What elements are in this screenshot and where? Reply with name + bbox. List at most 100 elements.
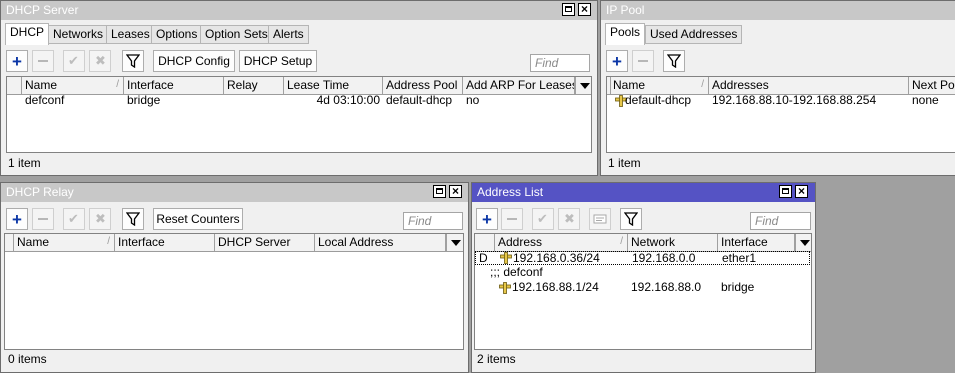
column-header-local-address[interactable]: Local Address <box>315 234 446 251</box>
comment-icon <box>593 214 607 224</box>
column-header-network[interactable]: Network <box>628 234 718 251</box>
tab-dhcp[interactable]: DHCP <box>5 23 50 45</box>
column-header-interface[interactable]: Interface <box>124 77 224 94</box>
maximize-button[interactable] <box>779 185 792 198</box>
tab-used-addresses[interactable]: Used Addresses <box>645 25 743 44</box>
dhcp-server-titlebar[interactable]: DHCP Server <box>1 1 597 20</box>
column-header-address[interactable]: Address / <box>495 234 628 251</box>
cell-flag: D <box>479 252 488 265</box>
table-row[interactable]: 192.168.88.1/24 192.168.88.0 bridge <box>475 281 811 295</box>
disable-button[interactable]: ✖ <box>558 208 580 230</box>
chevron-down-icon <box>580 83 590 89</box>
disable-button[interactable]: ✖ <box>89 50 111 72</box>
add-button[interactable]: + <box>606 50 628 72</box>
cell-name: defconf <box>25 94 65 107</box>
status-bar: 2 items <box>477 352 516 366</box>
minus-icon <box>38 218 48 220</box>
x-icon: ✖ <box>95 53 106 68</box>
remove-button[interactable] <box>32 208 54 230</box>
cell-add-arp: no <box>466 94 480 107</box>
column-header-lease-time[interactable]: Lease Time <box>284 77 383 94</box>
remove-button[interactable] <box>501 208 523 230</box>
enable-button[interactable]: ✔ <box>532 208 554 230</box>
table-row[interactable]: default-dhcp 192.168.88.10-192.168.88.25… <box>607 94 955 108</box>
add-button[interactable]: + <box>476 208 498 230</box>
tab-option-sets[interactable]: Option Sets <box>200 25 273 44</box>
dhcp-relay-titlebar[interactable]: DHCP Relay <box>1 183 468 202</box>
enable-button[interactable]: ✔ <box>63 208 85 230</box>
remove-button[interactable] <box>32 50 54 72</box>
column-header-interface[interactable]: Interface <box>718 234 795 251</box>
tab-pools[interactable]: Pools <box>605 23 646 45</box>
plus-icon: + <box>12 210 22 229</box>
column-header-address-pool[interactable]: Address Pool <box>383 77 463 94</box>
column-header-name[interactable]: Name / <box>22 77 124 94</box>
reset-counters-button[interactable]: Reset Counters <box>153 208 243 230</box>
filter-icon <box>126 54 140 68</box>
table-header: Address / Network Interface <box>475 234 811 252</box>
filter-button[interactable] <box>620 208 642 230</box>
comment-row[interactable]: ;;; defconf <box>475 266 811 280</box>
cell-relay <box>224 94 284 108</box>
close-button[interactable]: × <box>449 184 462 198</box>
address-list-table: Address / Network Interface D 192.168.0.3… <box>474 233 812 350</box>
ip-pool-titlebar[interactable]: IP Pool <box>601 1 955 20</box>
table-row[interactable]: defconf bridge 4d 03:10:00 default-dhcp … <box>7 94 591 108</box>
columns-dropdown[interactable] <box>795 234 811 251</box>
column-header-name[interactable]: Name / <box>14 234 115 251</box>
column-header-interface[interactable]: Interface <box>115 234 215 251</box>
find-field[interactable] <box>750 212 811 230</box>
tab-options[interactable]: Options <box>151 25 203 44</box>
cell-network: 192.168.0.0 <box>632 252 696 265</box>
column-header-relay[interactable]: Relay <box>224 77 284 94</box>
dhcp-config-button[interactable]: DHCP Config <box>153 50 235 72</box>
find-field[interactable] <box>403 212 463 230</box>
remove-button[interactable] <box>632 50 654 72</box>
add-button[interactable]: + <box>6 50 28 72</box>
comment-button[interactable] <box>589 208 611 230</box>
filter-button[interactable] <box>122 50 144 72</box>
cell-comment: ;;; defconf <box>490 266 543 279</box>
dhcp-relay-window: DHCP Relay × + ✔ ✖ Reset Counters Name/ … <box>0 182 469 373</box>
column-header-add-arp[interactable]: Add ARP For Leases <box>463 77 575 94</box>
add-button[interactable]: + <box>6 208 28 230</box>
column-header-addresses[interactable]: Addresses <box>709 77 909 94</box>
columns-dropdown[interactable] <box>446 234 463 251</box>
find-field[interactable] <box>530 54 590 72</box>
address-list-titlebar[interactable]: Address List <box>472 183 815 202</box>
cell-interface: ether1 <box>722 252 757 265</box>
minus-icon <box>638 60 648 62</box>
enable-button[interactable]: ✔ <box>63 50 85 72</box>
column-header-blank <box>475 234 495 251</box>
tab-networks[interactable]: Networks <box>48 25 109 44</box>
tab-alerts[interactable]: Alerts <box>268 25 309 44</box>
window-title: IP Pool <box>606 3 645 17</box>
dhcp-setup-button[interactable]: DHCP Setup <box>239 50 317 72</box>
table-row[interactable]: D 192.168.0.36/24 192.168.0.0 ether1 <box>475 251 810 265</box>
cell-interface: bridge <box>127 94 161 107</box>
status-bar: 1 item <box>8 156 41 170</box>
close-button[interactable]: × <box>795 184 808 198</box>
find-input[interactable] <box>531 55 589 71</box>
window-title: DHCP Server <box>6 3 79 17</box>
tab-leases[interactable]: Leases <box>106 25 155 44</box>
chevron-down-icon <box>800 240 810 246</box>
maximize-button[interactable] <box>433 185 446 198</box>
filter-button[interactable] <box>122 208 144 230</box>
table-header: Name / Interface Relay Lease Time Address… <box>7 77 591 95</box>
columns-dropdown[interactable] <box>575 77 591 94</box>
column-header-dhcp-server[interactable]: DHCP Server <box>215 234 315 251</box>
check-icon: ✔ <box>537 211 548 226</box>
column-header-next-pool[interactable]: Next Pool <box>909 77 955 94</box>
close-button[interactable]: × <box>578 2 591 16</box>
filter-button[interactable] <box>663 50 685 72</box>
find-input[interactable] <box>404 213 462 229</box>
maximize-button[interactable] <box>562 3 575 16</box>
find-input[interactable] <box>751 213 810 229</box>
disable-button[interactable]: ✖ <box>89 208 111 230</box>
filter-icon <box>126 212 140 226</box>
close-icon: × <box>797 184 805 198</box>
dhcp-server-window: DHCP Server × DHCP Networks Leases Optio… <box>0 0 598 176</box>
column-header-name[interactable]: Name / <box>610 77 709 94</box>
minus-icon <box>38 60 48 62</box>
